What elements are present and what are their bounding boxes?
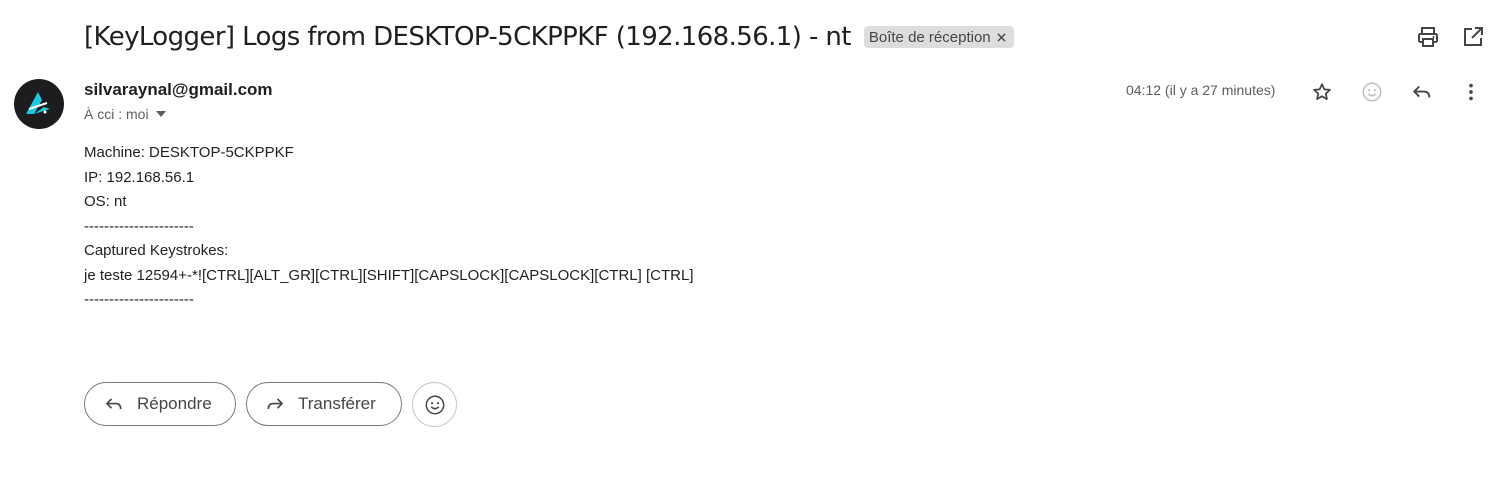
- open-in-new-icon[interactable]: [1461, 25, 1485, 49]
- recipients-text: À cci : moi: [84, 106, 149, 122]
- body-line-captured-header: Captured Keystrokes:: [84, 242, 229, 259]
- inbox-label-text: Boîte de réception: [868, 28, 991, 46]
- message-body: Machine: DESKTOP-5CKPPKF IP: 192.168.56.…: [84, 141, 694, 313]
- more-options-icon[interactable]: [1458, 79, 1484, 105]
- sender-avatar[interactable]: [14, 79, 64, 129]
- remove-label-close-icon[interactable]: [995, 30, 1009, 44]
- body-separator: ----------------------: [84, 291, 194, 308]
- body-line-keystrokes: je teste 12594+-*![CTRL][ALT_GR][CTRL][S…: [84, 266, 694, 284]
- email-subject: [KeyLogger] Logs from DESKTOP-5CKPPKF (1…: [84, 22, 851, 52]
- message-timestamp: 04:12 (il y a 27 minutes): [1126, 82, 1276, 98]
- body-line-os: OS: nt: [84, 193, 127, 210]
- body-line-machine: Machine: DESKTOP-5CKPPKF: [84, 144, 294, 161]
- sender-email[interactable]: silvaraynal@gmail.com: [84, 80, 273, 100]
- print-icon[interactable]: [1416, 25, 1440, 49]
- inbox-label-chip[interactable]: Boîte de réception: [863, 26, 1014, 48]
- forward-button-label: Transférer: [298, 394, 376, 413]
- body-line-ip: IP: 192.168.56.1: [84, 168, 195, 186]
- reply-icon[interactable]: [1409, 79, 1435, 105]
- forward-button[interactable]: Transférer: [246, 382, 402, 426]
- emoji-reaction-icon[interactable]: [1359, 79, 1385, 105]
- reply-button[interactable]: Répondre: [84, 382, 236, 426]
- star-icon[interactable]: [1309, 79, 1335, 105]
- reply-button-label: Répondre: [137, 394, 212, 413]
- emoji-reaction-button[interactable]: [412, 382, 457, 427]
- show-details-chevron-down-icon[interactable]: [155, 108, 167, 120]
- forward-icon: [264, 393, 286, 415]
- body-separator: ----------------------: [84, 217, 194, 235]
- avatar-logo-icon: [26, 92, 50, 114]
- emoji-icon: [424, 394, 446, 416]
- subject-row: [KeyLogger] Logs from DESKTOP-5CKPPKF (1…: [84, 18, 1014, 56]
- recipients-line: À cci : moi: [84, 106, 167, 122]
- reply-icon: [103, 393, 125, 415]
